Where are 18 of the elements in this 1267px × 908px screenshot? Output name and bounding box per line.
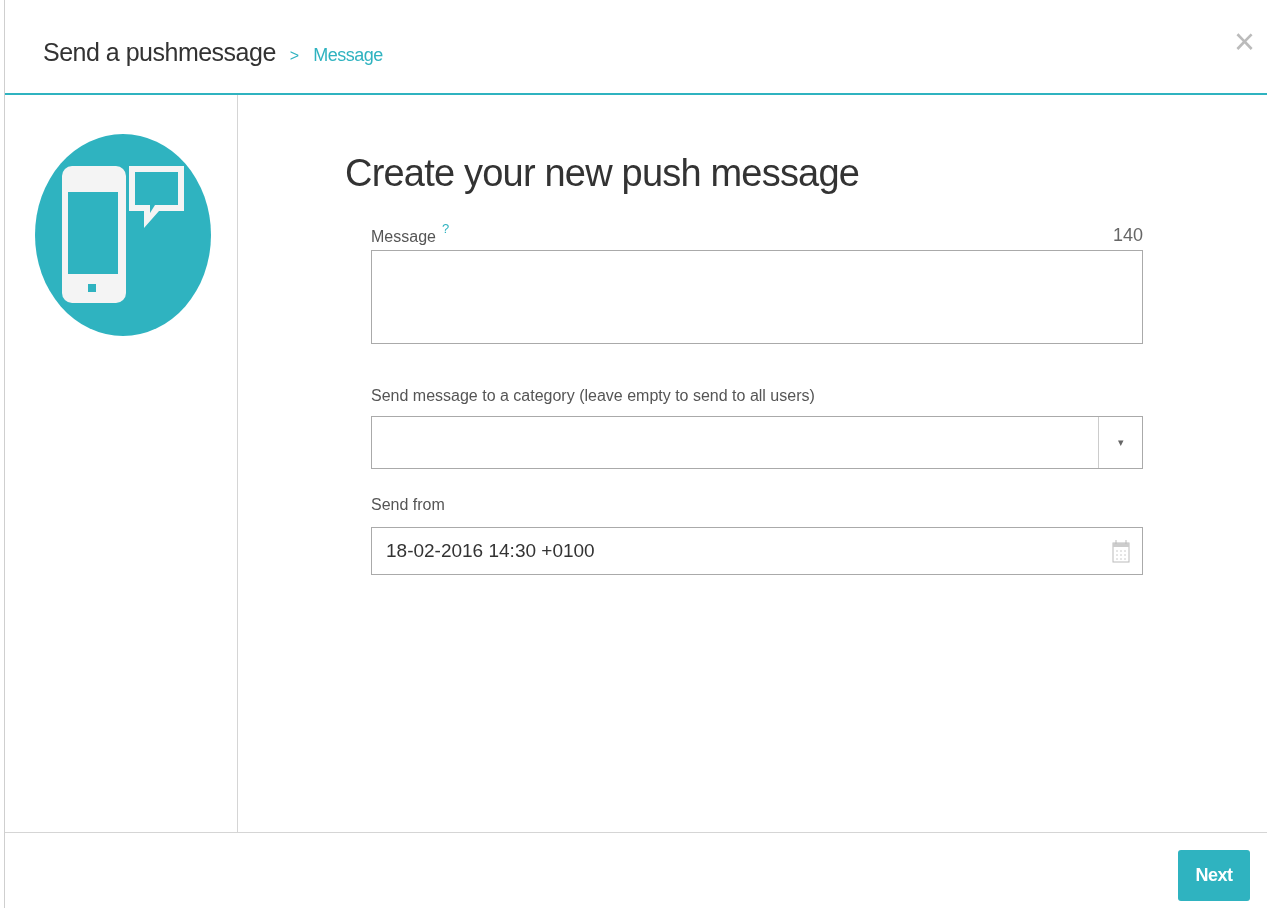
breadcrumb-separator: > [289, 45, 300, 66]
next-button[interactable]: Next [1178, 849, 1250, 901]
field-label: Send message to a category (leave empty to send to all users) [371, 386, 816, 406]
phone-chat-icon [34, 133, 212, 337]
calendar-icon [1112, 539, 1130, 563]
breadcrumb-step: Message [313, 41, 383, 69]
message-field[interactable] [371, 250, 1143, 344]
field-label: Message [371, 227, 436, 247]
date-value: 18-02-2016 14:30 +0100 [386, 538, 595, 563]
caret-icon: ▾ [1117, 434, 1124, 451]
help-icon[interactable]: ? [441, 219, 450, 239]
character-counter: 140 [1112, 224, 1143, 247]
close-button[interactable]: × [1233, 24, 1255, 60]
page-heading: Create your new push message [345, 151, 861, 196]
category-select[interactable]: ▾ [371, 416, 1143, 469]
field-label: Send from [371, 495, 446, 515]
date-field[interactable]: 18-02-2016 14:30 +0100 [371, 527, 1143, 575]
dialog-title: Send a pushmessage [43, 36, 276, 68]
